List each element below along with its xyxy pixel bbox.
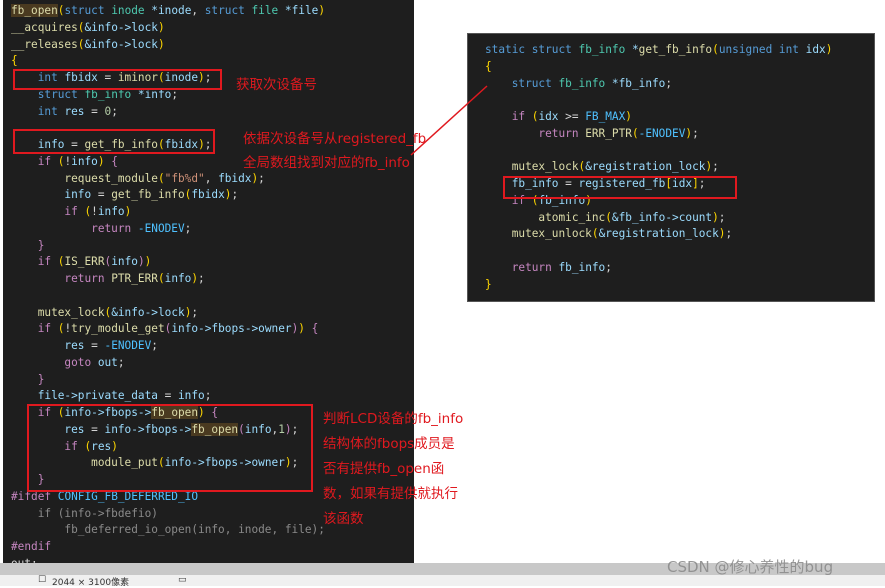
save-icon[interactable]: ▭ bbox=[178, 575, 187, 585]
annotation-lookup-1: 依据次设备号从registered_fb bbox=[243, 131, 427, 147]
annotation-lookup-2: 全局数组找到对应的fb_info bbox=[243, 155, 410, 171]
annotation-fb-open-1: 判断LCD设备的fb_info bbox=[323, 411, 464, 427]
annotation-fb-open-4: 数，如果有提供就执行 bbox=[323, 486, 458, 502]
image-size-icon: ☐ bbox=[38, 575, 47, 585]
annotation-fb-open-5: 该函数 bbox=[323, 511, 364, 527]
annotation-minor-number: 获取次设备号 bbox=[236, 77, 317, 93]
annotation-fb-open-3: 否有提供fb_open函 bbox=[323, 461, 445, 477]
watermark: CSDN @修心养性的bug bbox=[667, 558, 834, 576]
annotation-fb-open-2: 结构体的fbops成员是 bbox=[323, 436, 455, 452]
image-size-label: 2044 × 3100像素 bbox=[52, 578, 130, 588]
